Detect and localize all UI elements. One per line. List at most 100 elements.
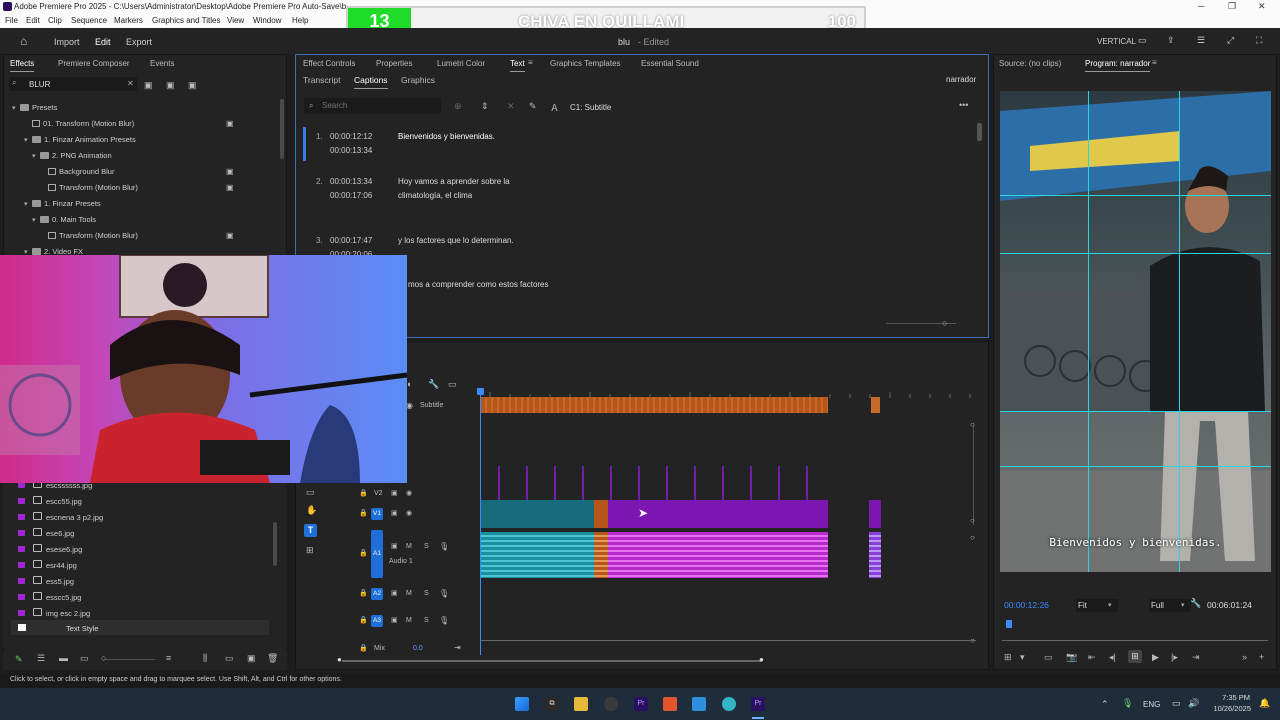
lock-icon[interactable]: 🔒 — [359, 644, 368, 652]
audio-clip[interactable] — [608, 532, 828, 578]
quality-dropdown[interactable]: Full ▾ — [1149, 599, 1191, 612]
tree-item[interactable]: ▾ Presets — [12, 103, 57, 112]
tab-events[interactable]: Events — [150, 59, 174, 68]
clock-date[interactable]: 10/26/2025 — [1207, 704, 1251, 713]
guide-line[interactable] — [1179, 91, 1180, 572]
mic-icon[interactable]: 🎙 — [439, 616, 449, 625]
caption-in[interactable]: 00:00:12:12 — [330, 132, 372, 141]
slider-handle[interactable]: ○ — [970, 533, 975, 542]
fullscreen-icon[interactable]: ⛶ — [1256, 35, 1262, 46]
captions-search[interactable]: ⌕ — [304, 98, 441, 114]
source-tab[interactable]: Source: (no clips) — [999, 59, 1061, 68]
menu-edit[interactable]: Edit — [26, 16, 40, 25]
monitor-scrubber[interactable] — [1002, 640, 1268, 641]
split-caption-icon[interactable]: ⇕ — [481, 101, 489, 112]
32bit-icon[interactable]: ▣ — [166, 80, 175, 91]
effects-search-input[interactable]: BLUR — [29, 80, 50, 89]
export-tab[interactable]: Export — [126, 37, 152, 47]
lock-icon[interactable]: 🔒 — [359, 549, 368, 557]
notepad-icon[interactable] — [692, 697, 706, 711]
new-item-icon[interactable]: ▣ — [247, 653, 256, 664]
mix-value[interactable]: 0.0 — [413, 645, 423, 652]
play-icon[interactable]: ▶ — [1152, 652, 1159, 663]
lock-icon[interactable]: 🔒 — [359, 509, 368, 517]
tab-properties[interactable]: Properties — [376, 59, 412, 68]
menu-file[interactable]: File — [5, 16, 18, 25]
type-tool-icon[interactable]: T — [304, 524, 317, 537]
accelerated-icon[interactable]: ▣ — [144, 80, 153, 91]
list-item[interactable]: escnena 3 p2.jpg — [18, 512, 103, 522]
mute-button[interactable]: M — [406, 617, 412, 624]
tree-item[interactable]: Transform (Motion Blur) — [48, 183, 138, 192]
mark-out-icon[interactable]: ⇥ — [1192, 652, 1200, 663]
menu-clip[interactable]: Clip — [48, 16, 62, 25]
tab-effects[interactable]: Effects — [10, 59, 35, 72]
tree-item[interactable]: 01. Transform (Motion Blur) — [24, 119, 134, 128]
marker-icon[interactable]: ⊞ — [1004, 652, 1012, 663]
mic-icon[interactable]: 🎙 — [439, 589, 449, 598]
list-item[interactable]: esr44.jpg — [18, 560, 77, 570]
caption-tool-icon[interactable]: ⊞ — [306, 545, 314, 556]
scroll-handle-right[interactable]: ● — [759, 655, 764, 664]
more-options-icon[interactable]: ••• — [959, 100, 968, 110]
tab-lumetri-color[interactable]: Lumetri Color — [437, 59, 485, 68]
caption-in[interactable]: 00:00:17:47 — [330, 236, 372, 245]
guide-line[interactable] — [1000, 466, 1271, 467]
list-item[interactable]: esese6.jpg — [18, 544, 82, 554]
tab-menu-icon[interactable]: ≡ — [1152, 58, 1157, 67]
premiere-active-icon[interactable]: Pr — [751, 697, 765, 711]
lock-icon[interactable]: 🔒 — [359, 616, 368, 624]
brave-icon[interactable] — [663, 697, 677, 711]
automate-icon[interactable]: ⫼ — [203, 653, 207, 664]
tree-item[interactable]: ▾ 1. Finzar Animation Presets — [24, 135, 136, 144]
hand-tool-icon[interactable]: ✋ — [306, 505, 317, 516]
caption-out[interactable]: 00:00:17:06 — [330, 191, 372, 200]
caption-text[interactable]: Bienvenidos y bienvenidas. — [398, 132, 495, 141]
mute-button[interactable]: M — [406, 543, 412, 550]
list-item[interactable]: esscc5.jpg — [18, 592, 81, 602]
subtab-captions[interactable]: Captions — [354, 75, 388, 89]
track-label-a2[interactable]: A2 — [371, 588, 383, 600]
tree-item[interactable]: ▾ 2. PNG Animation — [32, 151, 112, 160]
caption-text-line2[interactable]: climatología, el clima — [398, 191, 472, 200]
tree-item[interactable]: ▾ 1. Finzar Presets — [24, 199, 101, 208]
lock-icon[interactable]: 🔒 — [359, 589, 368, 597]
mic-tray-icon[interactable]: 🎙 — [1122, 698, 1133, 709]
scroll-handle-left[interactable]: ● — [337, 655, 342, 664]
obs-icon[interactable] — [604, 697, 618, 711]
wrench-icon[interactable]: 🔧 — [428, 379, 439, 390]
subtitle-clip[interactable] — [871, 397, 880, 413]
subtab-graphics[interactable]: Graphics — [401, 75, 435, 85]
menu-markers[interactable]: Markers — [114, 16, 143, 25]
caption-text[interactable]: Hoy vamos a aprender sobre la — [398, 177, 510, 186]
menu-window[interactable]: Window — [253, 16, 281, 25]
guides-icon[interactable]: ⊞ — [1128, 650, 1142, 663]
guide-line[interactable] — [1088, 91, 1089, 572]
close-icon[interactable]: ✕ — [1258, 1, 1266, 12]
merge-caption-icon[interactable]: ✕ — [507, 101, 515, 112]
monitor-playhead[interactable] — [1006, 620, 1012, 628]
lock-icon[interactable]: 🔒 — [359, 489, 368, 497]
freeform-view-icon[interactable]: ▭ — [80, 653, 89, 664]
effects-scrollbar[interactable] — [280, 99, 284, 159]
solo-button[interactable]: S — [424, 543, 429, 550]
v2-clips[interactable] — [484, 466, 829, 500]
audio-clip[interactable] — [481, 532, 594, 578]
subtab-transcript[interactable]: Transcript — [303, 75, 340, 85]
menu-lines-icon[interactable]: ☰ — [1197, 35, 1205, 46]
caption-text[interactable]: mos a comprender como estos factores — [408, 280, 549, 289]
zoom-handle[interactable]: ○ — [101, 653, 106, 663]
captions-scrollbar[interactable] — [977, 123, 982, 141]
caption-in[interactable]: 00:00:13:34 — [330, 177, 372, 186]
tab-menu-icon[interactable]: ≡ — [528, 58, 533, 67]
eye-icon[interactable]: ◉ — [406, 489, 412, 497]
tray-chevron-icon[interactable]: ⌃ — [1101, 699, 1109, 710]
step-back-icon[interactable]: ◂| — [1109, 652, 1116, 663]
share-icon[interactable]: ⇪ — [1167, 35, 1175, 46]
menu-sequence[interactable]: Sequence — [71, 16, 107, 25]
icon-view-icon[interactable]: ▬ — [59, 653, 68, 663]
guide-line[interactable] — [1000, 195, 1271, 196]
trash-icon[interactable]: 🗑 — [267, 653, 278, 664]
selected-row[interactable]: Text Style — [11, 620, 269, 635]
expand-icon[interactable]: ⤢ — [1227, 35, 1234, 46]
